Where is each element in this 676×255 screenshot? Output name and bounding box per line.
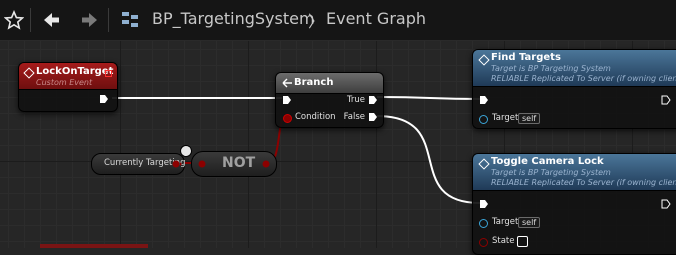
node-title: Toggle Camera Lock — [491, 156, 604, 167]
state-pin[interactable] — [479, 238, 488, 247]
exec-false-pin[interactable] — [368, 112, 378, 122]
function-diamond-icon — [478, 158, 490, 170]
branch-node[interactable]: Branch True Condition False — [275, 72, 384, 128]
breadcrumb-graph[interactable]: Event Graph — [326, 9, 426, 28]
node-header: LockOnTarget Custom Event — [19, 63, 117, 90]
exec-out-pin[interactable] — [661, 199, 671, 209]
graph-canvas[interactable]: LockOnTarget Custom Event Branch True Co… — [0, 41, 676, 255]
true-pin-label: True — [346, 95, 365, 105]
find-targets-function-node[interactable]: Find Targets Target is BP Targeting Syst… — [472, 49, 676, 129]
breadcrumb-blueprint[interactable]: BP_TargetingSystem — [152, 9, 315, 28]
target-pin-label: Target — [492, 217, 519, 227]
lock-on-target-event-node[interactable]: LockOnTarget Custom Event — [18, 62, 118, 112]
blueprint-graph-icon — [122, 12, 138, 27]
node-title: LockOnTarget — [36, 66, 114, 77]
exec-in-pin[interactable] — [479, 95, 489, 105]
not-label: NOT — [222, 155, 256, 171]
false-pin-label: False — [343, 112, 365, 122]
node-description-line1: Target is BP Targeting System — [491, 64, 611, 73]
boolean-in-pin[interactable] — [197, 159, 207, 169]
node-description-line2: RELIABLE Replicated To Server (if owning… — [491, 178, 676, 187]
event-diamond-icon — [23, 67, 35, 79]
branch-icon — [282, 78, 292, 88]
exec-wire — [376, 115, 481, 204]
node-description-line2: RELIABLE Replicated To Server (if owning… — [491, 74, 676, 83]
state-checkbox[interactable] — [517, 236, 528, 247]
target-pin[interactable] — [479, 115, 488, 124]
exec-out-pin[interactable] — [99, 94, 109, 104]
favorite-star-icon[interactable] — [4, 10, 24, 30]
currently-targeting-variable-node[interactable]: Currently Targeting — [91, 153, 185, 175]
forward-arrow-icon[interactable] — [79, 10, 99, 30]
function-diamond-icon — [478, 54, 490, 66]
node-header: Find Targets Target is BP Targeting Syst… — [473, 50, 676, 87]
target-self-value[interactable]: self — [518, 217, 541, 228]
node-title: Find Targets — [491, 52, 561, 63]
exec-in-pin[interactable] — [282, 95, 292, 105]
state-pin-label: State — [492, 236, 515, 246]
exec-out-pin[interactable] — [661, 95, 671, 105]
boolean-out-pin[interactable] — [261, 159, 271, 169]
node-description-line1: Target is BP Targeting System — [491, 168, 611, 177]
not-boolean-node[interactable]: NOT — [191, 151, 277, 177]
exec-true-pin[interactable] — [368, 95, 378, 105]
node-header: Toggle Camera Lock Target is BP Targetin… — [473, 154, 676, 191]
target-pin-label: Target — [492, 113, 519, 123]
toolbar-divider — [30, 8, 31, 32]
node-header: Branch — [276, 73, 383, 94]
condition-pin-label: Condition — [295, 112, 336, 122]
toolbar-divider — [108, 8, 109, 32]
condition-pin[interactable] — [283, 114, 292, 123]
toggle-camera-lock-function-node[interactable]: Toggle Camera Lock Target is BP Targetin… — [472, 153, 676, 255]
node-subtitle: Custom Event — [36, 78, 93, 87]
target-self-value[interactable]: self — [518, 113, 541, 124]
node-title: Branch — [294, 77, 334, 88]
boolean-out-pin[interactable] — [172, 159, 182, 169]
exec-wire — [376, 96, 481, 100]
back-arrow-icon[interactable] — [42, 10, 62, 30]
exec-in-pin[interactable] — [479, 199, 489, 209]
target-pin[interactable] — [479, 219, 488, 228]
breadcrumb-separator: 〉 — [308, 12, 325, 31]
editor-toolbar: BP_TargetingSystem 〉 Event Graph — [0, 0, 676, 41]
delegate-pin-icon[interactable] — [105, 70, 112, 77]
